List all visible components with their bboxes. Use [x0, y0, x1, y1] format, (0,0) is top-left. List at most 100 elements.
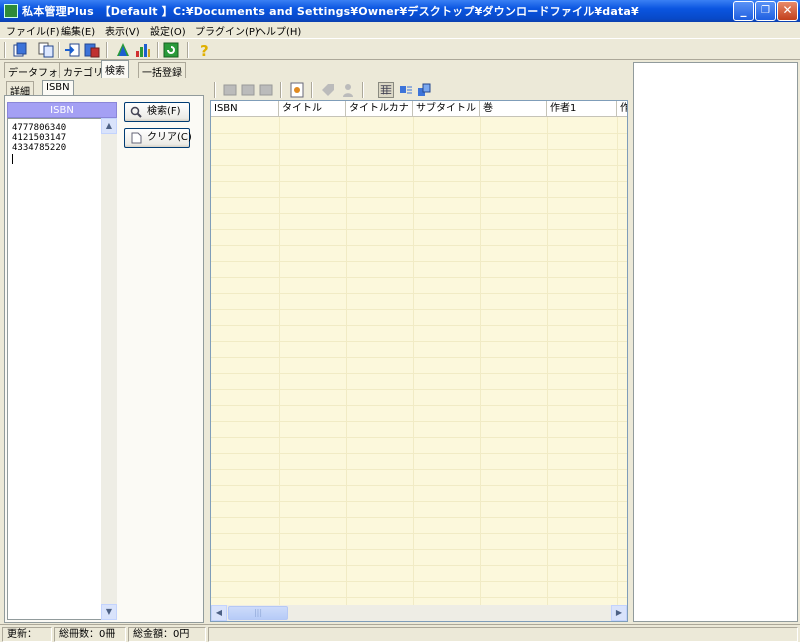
book-remove-icon[interactable] [258, 82, 274, 98]
thumbnail-view-icon[interactable] [398, 82, 414, 98]
grid-row-line [211, 565, 627, 566]
search-button[interactable]: 検索(F) [124, 102, 190, 122]
book-add-icon[interactable] [240, 82, 256, 98]
toolbar-separator [362, 82, 364, 98]
grid-row-line [211, 485, 627, 486]
export-icon[interactable] [84, 42, 100, 58]
menu-view[interactable]: 表示(V) [105, 23, 140, 38]
tab-search[interactable]: 検索 [101, 60, 129, 78]
grid-row-line [211, 389, 627, 390]
chart-icon[interactable] [135, 42, 151, 58]
status-total-count: 総冊数：0冊 [54, 627, 126, 642]
tab-bulk-register[interactable]: 一括登録 [138, 62, 186, 79]
column-header-author1[interactable]: 作者1 [547, 101, 617, 117]
grid-row-line [211, 325, 627, 326]
toolbar-separator [311, 82, 313, 98]
main-tab-bar: データフォルダ カテゴリー 検索 一括登録 [0, 60, 210, 79]
column-header-isbn[interactable]: ISBN [211, 101, 279, 117]
grid-row-line [211, 245, 627, 246]
grid-row-line [211, 517, 627, 518]
menu-edit[interactable]: 編集(E) [61, 23, 95, 38]
menu-settings[interactable]: 設定(O) [150, 23, 186, 38]
tag-icon[interactable] [320, 82, 336, 98]
tab-detail[interactable]: 詳細 [6, 81, 34, 98]
grid-column-line [279, 117, 280, 607]
menu-bar: ファイル(F) 編集(E) 表示(V) 設定(O) プラグイン(P) ヘルプ(H… [0, 22, 800, 38]
tab-isbn[interactable]: ISBN [42, 80, 74, 96]
toolbar-separator [280, 82, 282, 98]
menu-help[interactable]: ヘルプ(H) [256, 23, 301, 38]
grid-row-line [211, 597, 627, 598]
grid-view-icon[interactable] [378, 82, 394, 98]
grid-row-line [211, 181, 627, 182]
scroll-left-arrow-icon[interactable]: ◀ [211, 605, 227, 621]
scroll-down-arrow-icon[interactable]: ▼ [101, 604, 117, 620]
menu-plugin[interactable]: プラグイン(P) [195, 23, 259, 38]
maximize-button[interactable]: ❐ [755, 1, 776, 21]
grid-row-line [211, 533, 627, 534]
menu-file[interactable]: ファイル(F) [6, 23, 60, 38]
tree-icon[interactable] [115, 42, 131, 58]
grid-column-line [617, 117, 618, 607]
scroll-up-arrow-icon[interactable]: ▲ [101, 118, 117, 134]
column-header-author2[interactable]: 作 [617, 101, 627, 117]
grid-row-line [211, 133, 627, 134]
grid-row-line [211, 357, 627, 358]
close-button[interactable]: ✕ [777, 1, 798, 21]
grid-column-line [346, 117, 347, 607]
grid-toolbar [210, 80, 630, 100]
grid-column-line [547, 117, 548, 607]
grid-row-line [211, 277, 627, 278]
clear-button-label: クリア(C) [147, 132, 192, 143]
grid-column-line [413, 117, 414, 607]
help-icon[interactable]: ? [196, 42, 212, 58]
cover-view-icon[interactable] [416, 82, 432, 98]
status-updated: 更新： [2, 627, 52, 642]
search-button-label: 検索(F) [147, 106, 181, 117]
book-icon[interactable] [222, 82, 238, 98]
grid-row-line [211, 213, 627, 214]
column-header-volume[interactable]: 巻 [480, 101, 547, 117]
refresh-icon[interactable] [163, 42, 179, 58]
isbn-vertical-scrollbar[interactable]: ▲ ▼ [101, 118, 117, 620]
grid-row-line [211, 469, 627, 470]
report-icon[interactable] [289, 82, 305, 98]
magnifier-icon [130, 106, 142, 118]
toolbar-separator [106, 42, 108, 58]
isbn-list-header: ISBN [7, 102, 117, 118]
search-tab-bar: 詳細 ISBN [6, 80, 206, 98]
scroll-thumb[interactable]: ||| [228, 606, 288, 620]
clear-button[interactable]: クリア(C) [124, 128, 192, 148]
grid-row-line [211, 261, 627, 262]
grid-row-line [211, 309, 627, 310]
new-icon[interactable] [12, 42, 28, 58]
toolbar: ? [0, 38, 800, 60]
grid-row-line [211, 501, 627, 502]
minimize-button[interactable]: _ [733, 1, 754, 21]
book-grid[interactable]: ISBN タイトル タイトルカナ サブタイトル 巻 作者1 作 ◀ ||| ▶ [210, 100, 628, 622]
column-header-subtitle[interactable]: サブタイトル [413, 101, 480, 117]
title-bar[interactable]: 私本管理Plus 【Default 】C:¥Documents and Sett… [0, 0, 800, 22]
grid-row-line [211, 165, 627, 166]
grid-row-line [211, 549, 627, 550]
grid-row-line [211, 421, 627, 422]
blank-page-icon [131, 132, 142, 144]
grid-row-line [211, 341, 627, 342]
app-icon [4, 4, 18, 18]
grid-row-line [211, 293, 627, 294]
import-icon[interactable] [64, 42, 80, 58]
svg-text:?: ? [200, 42, 209, 58]
toolbar-separator [157, 42, 159, 58]
column-header-title[interactable]: タイトル [279, 101, 346, 117]
grid-horizontal-scrollbar[interactable]: ◀ ||| ▶ [211, 605, 627, 621]
grid-row-line [211, 437, 627, 438]
grid-row-line [211, 149, 627, 150]
column-header-title-kana[interactable]: タイトルカナ [346, 101, 413, 117]
toolbar-separator [214, 82, 216, 98]
scroll-right-arrow-icon[interactable]: ▶ [611, 605, 627, 621]
toolbar-separator [187, 42, 189, 58]
copy-icon[interactable] [38, 42, 54, 58]
status-total-amount: 総金額：0円 [128, 627, 206, 642]
grid-row-line [211, 405, 627, 406]
person-icon[interactable] [340, 82, 356, 98]
